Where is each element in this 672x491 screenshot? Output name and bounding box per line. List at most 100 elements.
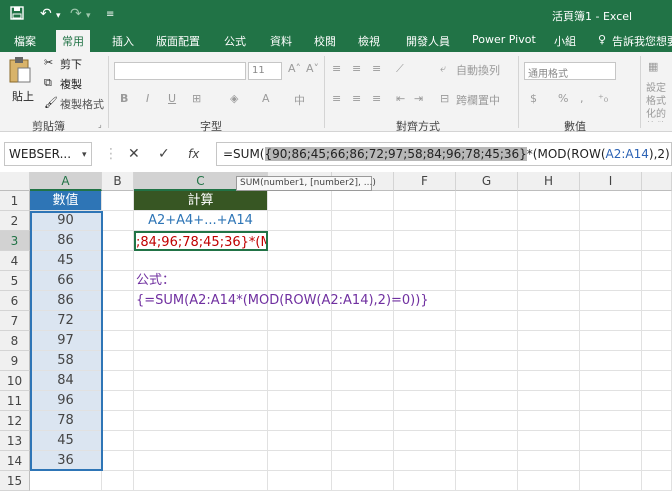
- merge-center-button[interactable]: 跨欄置中: [456, 92, 500, 108]
- cell[interactable]: 84: [30, 371, 102, 391]
- insert-function-button[interactable]: fx: [188, 147, 199, 161]
- align-left-icon[interactable]: ≡: [332, 92, 341, 105]
- customize-toolbar-icon[interactable]: ≡: [106, 9, 114, 20]
- row-header[interactable]: 6: [0, 291, 30, 311]
- cell[interactable]: [332, 351, 394, 371]
- wrap-text-button[interactable]: 自動換列: [456, 62, 500, 78]
- cell[interactable]: 97: [30, 331, 102, 351]
- cell[interactable]: [456, 311, 518, 331]
- cell[interactable]: 公式：: [134, 271, 268, 291]
- conditional-format-button[interactable]: 設定格式化的條件: [646, 82, 670, 122]
- cell[interactable]: [580, 331, 642, 351]
- cell[interactable]: [394, 211, 456, 231]
- tab-file[interactable]: 檔案: [14, 33, 36, 49]
- cell[interactable]: [332, 331, 394, 351]
- font-color-icon[interactable]: A: [262, 92, 270, 105]
- cell[interactable]: 45: [30, 251, 102, 271]
- cell[interactable]: [580, 311, 642, 331]
- cell[interactable]: [456, 331, 518, 351]
- indent-decrease-icon[interactable]: ⇤: [396, 92, 405, 105]
- cell[interactable]: [580, 471, 642, 491]
- cell[interactable]: [268, 371, 332, 391]
- cell[interactable]: [102, 371, 134, 391]
- merge-center-icon[interactable]: ⊟: [440, 92, 449, 105]
- cell[interactable]: 86: [30, 231, 102, 251]
- cell[interactable]: [642, 391, 672, 411]
- cell[interactable]: [456, 471, 518, 491]
- cell[interactable]: [102, 411, 134, 431]
- row-header[interactable]: 13: [0, 431, 30, 451]
- cell[interactable]: [394, 351, 456, 371]
- cell[interactable]: [456, 371, 518, 391]
- comma-button[interactable]: ,: [580, 92, 584, 105]
- name-box-dropdown-icon[interactable]: ▾: [82, 150, 87, 160]
- number-format-select[interactable]: 通用格式: [524, 62, 616, 80]
- cell[interactable]: [518, 451, 580, 471]
- row-header[interactable]: 7: [0, 311, 30, 331]
- cell[interactable]: [518, 231, 580, 251]
- cut-button[interactable]: 剪下: [60, 56, 82, 72]
- name-box[interactable]: WEBSER...: [4, 142, 92, 166]
- cell[interactable]: [642, 251, 672, 271]
- cell[interactable]: [394, 311, 456, 331]
- cell[interactable]: [332, 411, 394, 431]
- cell[interactable]: [134, 371, 268, 391]
- cell[interactable]: [134, 451, 268, 471]
- cell[interactable]: [642, 191, 672, 211]
- cell[interactable]: [456, 451, 518, 471]
- cell[interactable]: {=SUM(A2:A14*(MOD(ROW(A2:A14),2)=0))}: [134, 291, 429, 311]
- cell[interactable]: 66: [30, 271, 102, 291]
- cell[interactable]: [134, 331, 268, 351]
- cell[interactable]: [642, 311, 672, 331]
- column-header-h[interactable]: H: [518, 172, 580, 191]
- font-size-select[interactable]: 11: [248, 62, 282, 80]
- select-all-corner[interactable]: [0, 172, 30, 191]
- align-right-icon[interactable]: ≡: [372, 92, 381, 105]
- align-center-icon[interactable]: ≡: [352, 92, 361, 105]
- underline-button[interactable]: U: [168, 92, 176, 105]
- cell[interactable]: [580, 191, 642, 211]
- cell[interactable]: [332, 191, 394, 211]
- cell[interactable]: [580, 451, 642, 471]
- cell[interactable]: [642, 271, 672, 291]
- cell[interactable]: [268, 191, 332, 211]
- redo-icon[interactable]: ↷: [70, 6, 82, 22]
- cell[interactable]: [642, 351, 672, 371]
- cell[interactable]: [134, 431, 268, 451]
- cell[interactable]: [134, 411, 268, 431]
- cell[interactable]: [268, 311, 332, 331]
- cell[interactable]: A2+A4+...+A14: [134, 211, 268, 231]
- cell[interactable]: 58: [30, 351, 102, 371]
- cell[interactable]: [456, 351, 518, 371]
- cell[interactable]: [456, 291, 518, 311]
- cell[interactable]: [332, 451, 394, 471]
- cell[interactable]: [518, 351, 580, 371]
- tab-developer[interactable]: 開發人員: [406, 33, 450, 49]
- cell[interactable]: [332, 311, 394, 331]
- tab-data[interactable]: 資料: [270, 33, 292, 49]
- cell[interactable]: [134, 251, 268, 271]
- column-header-b[interactable]: B: [102, 172, 134, 191]
- cell[interactable]: 86: [30, 291, 102, 311]
- cell[interactable]: [268, 451, 332, 471]
- cell[interactable]: [394, 271, 456, 291]
- tab-power-pivot[interactable]: Power Pivot: [472, 33, 536, 46]
- column-header-j[interactable]: [642, 172, 672, 191]
- tab-insert[interactable]: 插入: [112, 33, 134, 49]
- cell[interactable]: [580, 271, 642, 291]
- conditional-format-icon[interactable]: ▦: [648, 60, 658, 73]
- cell[interactable]: 78: [30, 411, 102, 431]
- cell[interactable]: [102, 231, 134, 251]
- cell[interactable]: [102, 451, 134, 471]
- cell[interactable]: [332, 371, 394, 391]
- tell-me-input[interactable]: 告訴我您想要: [612, 33, 672, 49]
- cell[interactable]: [394, 191, 456, 211]
- tab-review[interactable]: 校閱: [314, 33, 336, 49]
- increase-decimal-icon[interactable]: ⁺₀: [598, 92, 608, 105]
- cell[interactable]: [332, 431, 394, 451]
- cell[interactable]: [580, 431, 642, 451]
- row-header[interactable]: 15: [0, 471, 30, 491]
- paste-icon[interactable]: [8, 56, 32, 87]
- cell[interactable]: [268, 271, 332, 291]
- cell[interactable]: [332, 231, 394, 251]
